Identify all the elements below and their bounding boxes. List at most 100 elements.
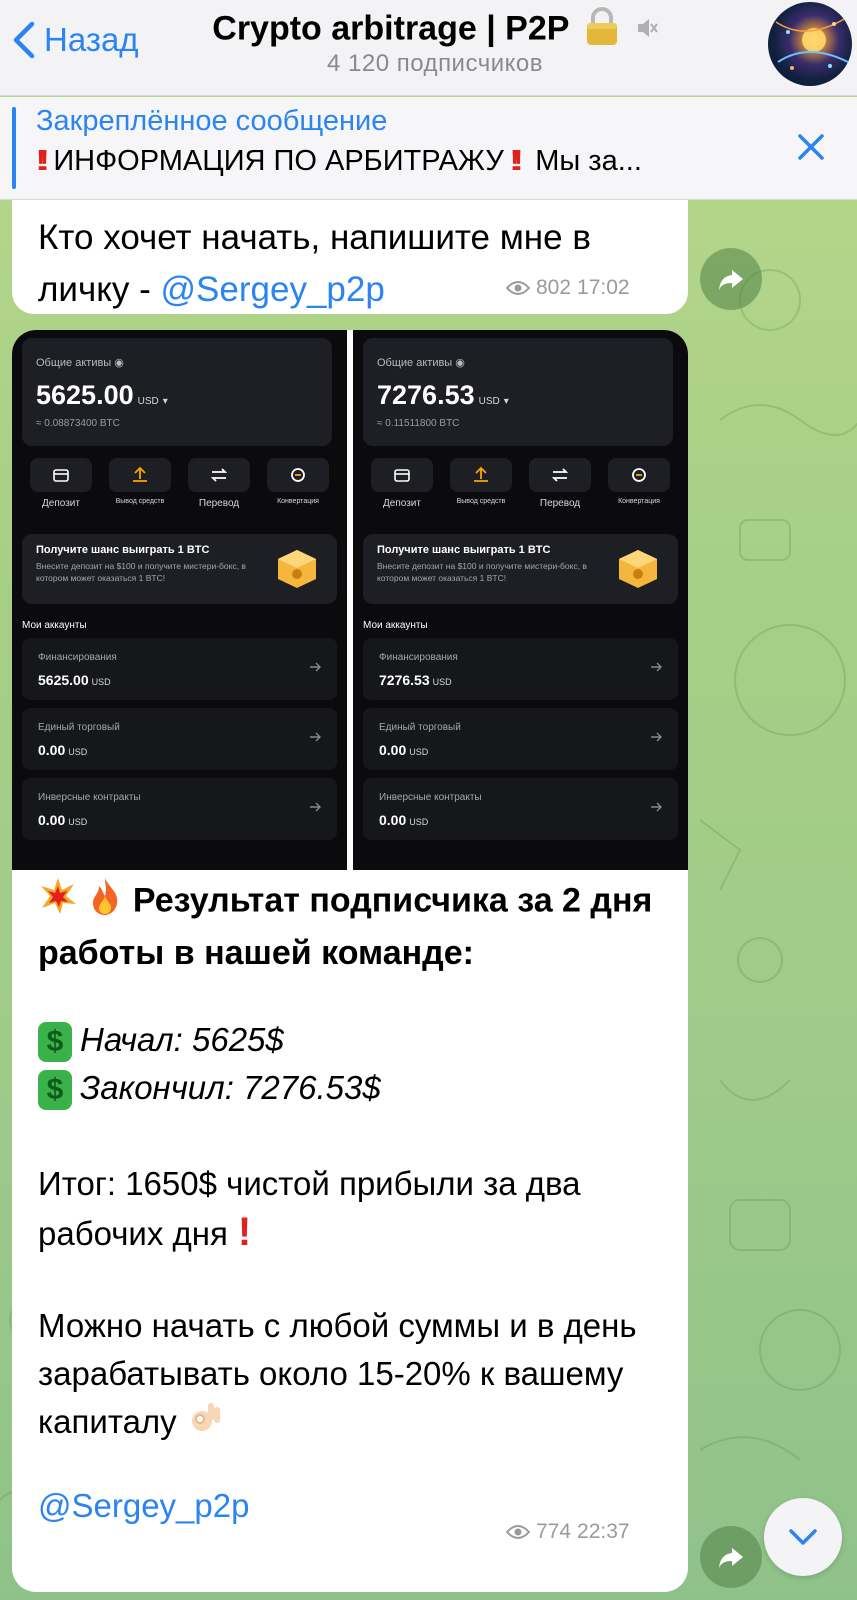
dropdown-caret-icon: ▾ bbox=[162, 396, 168, 407]
account-row: Финансирования 5625.00 USD bbox=[22, 638, 337, 700]
assets-btc: ≈ 0.11511800 BTC bbox=[377, 418, 460, 429]
dropdown-caret-icon: ▾ bbox=[503, 396, 509, 407]
arrow-right-icon bbox=[310, 732, 321, 742]
eye-icon bbox=[506, 281, 530, 295]
arrow-right-icon bbox=[310, 802, 321, 812]
view-count: 774 bbox=[536, 1520, 572, 1543]
convert-action: Конвертация bbox=[259, 458, 337, 509]
deposit-action: Депозит bbox=[22, 458, 100, 509]
pinned-text-tail: Мы за... bbox=[535, 145, 642, 177]
assets-value: 5625.00 USD ▾ bbox=[36, 380, 168, 410]
avatar-art-icon bbox=[775, 17, 849, 70]
pitch-line: Можно начать с любой суммы и в день зара… bbox=[38, 1302, 668, 1450]
share-arrow-icon bbox=[719, 1548, 743, 1568]
withdraw-action: Вывод средств bbox=[101, 458, 179, 509]
transfer-action: Перевод bbox=[521, 458, 599, 509]
assets-currency: USD bbox=[137, 396, 159, 407]
chat-header: Назад Crypto arbitrage | P2P 4 120 подпи… bbox=[0, 0, 857, 96]
convert-action: Конвертация bbox=[600, 458, 678, 509]
message-bubble[interactable]: Общие активы ◉ 5625.00 USD ▾ ≈ 0.08873400 … bbox=[12, 330, 688, 1592]
accounts-header: Мои аккаунты bbox=[363, 620, 428, 631]
back-button[interactable]: Назад bbox=[10, 20, 139, 60]
action-label: Конвертация bbox=[618, 498, 660, 505]
action-label: Перевод bbox=[198, 498, 240, 509]
message-time: 22:37 bbox=[577, 1520, 630, 1543]
pinned-message-bar[interactable]: Закреплённое сообщение !! ИНФОРМАЦИЯ ПО А… bbox=[0, 97, 857, 200]
share-arrow-icon bbox=[719, 270, 743, 290]
promo-title: Получите шанс выиграть 1 BTC bbox=[377, 544, 551, 556]
chevron-down-icon bbox=[789, 1529, 817, 1545]
mystery-box-icon bbox=[619, 550, 657, 588]
chevron-left-icon bbox=[13, 21, 35, 59]
dollar-icon: $ bbox=[38, 1022, 72, 1063]
withdraw-action: Вывод средств bbox=[442, 458, 520, 509]
action-label: Депозит bbox=[383, 498, 421, 509]
pinned-text: !! ИНФОРМАЦИЯ ПО АРБИТРАЖУ!! Мы за... bbox=[36, 145, 642, 178]
channel-title[interactable]: Crypto arbitrage | P2P bbox=[190, 6, 680, 55]
headline: Результат подписчика за 2 дня работы в н… bbox=[38, 876, 668, 977]
fire-icon bbox=[87, 876, 123, 929]
start-line: $ Начал: 5625$ bbox=[38, 1016, 284, 1064]
exclamation-icon: ! bbox=[237, 1210, 252, 1254]
action-label: Конвертация bbox=[277, 498, 319, 505]
promo-description: Внесите депозит на $100 и получите мисте… bbox=[377, 561, 587, 583]
username-link[interactable]: @Sergey_p2p bbox=[161, 270, 385, 309]
action-label: Перевод bbox=[539, 498, 581, 509]
assets-btc: ≈ 0.08873400 BTC bbox=[36, 418, 120, 429]
screenshot-photo[interactable]: Общие активы ◉ 5625.00 USD ▾ ≈ 0.08873400 … bbox=[12, 330, 347, 870]
channel-avatar[interactable] bbox=[768, 2, 852, 86]
message-meta: 774 22:37 bbox=[506, 1520, 630, 1544]
account-row: Инверсные контракты 0.00 USD bbox=[22, 778, 337, 840]
action-label: Вывод средств bbox=[456, 498, 506, 505]
eye-icon: ◉ bbox=[455, 357, 465, 369]
upload-icon bbox=[133, 466, 147, 482]
deposit-action: Депозит bbox=[363, 458, 441, 509]
subscriber-count: 4 120 подписчиков bbox=[327, 50, 543, 77]
screenshot-photo[interactable]: Общие активы ◉ 7276.53 USD ▾ ≈ 0.11511800 … bbox=[353, 330, 688, 870]
convert-icon bbox=[632, 468, 646, 482]
account-row: Инверсные контракты 0.00 USD bbox=[363, 778, 678, 840]
ok-hand-icon bbox=[186, 1399, 224, 1450]
message-text: Кто хочет начать, напишите мне в личку -… bbox=[38, 212, 668, 316]
transfer-icon bbox=[210, 468, 228, 482]
promo-banner: Получите шанс выиграть 1 BTC Внесите деп… bbox=[22, 534, 337, 604]
scroll-down-button[interactable] bbox=[764, 1498, 842, 1576]
pinned-indicator bbox=[12, 107, 16, 189]
result-line: Итог: 1650$ чистой прибыли за два рабочи… bbox=[38, 1165, 581, 1254]
dollar-icon: $ bbox=[38, 1070, 72, 1111]
account-row: Единый торговый 0.00 USD bbox=[363, 708, 678, 770]
arrow-right-icon bbox=[651, 802, 662, 812]
assets-card: Общие активы ◉ 7276.53 USD ▾ ≈ 0.11511800 … bbox=[363, 338, 673, 446]
assets-label: Общие активы ◉ bbox=[377, 357, 465, 369]
promo-banner: Получите шанс выиграть 1 BTC Внесите деп… bbox=[363, 534, 678, 604]
lock-icon bbox=[584, 6, 620, 55]
account-row: Финансирования 7276.53 USD bbox=[363, 638, 678, 700]
message-time: 17:02 bbox=[577, 276, 630, 299]
action-row: Депозит Вывод средств Перевод Конвертаци… bbox=[363, 458, 678, 509]
double-exclamation-icon: !! bbox=[509, 145, 524, 177]
account-row: Единый торговый 0.00 USD bbox=[22, 708, 337, 770]
transfer-icon bbox=[551, 468, 569, 482]
close-pinned-button[interactable] bbox=[794, 130, 828, 164]
collision-icon bbox=[38, 876, 78, 929]
double-exclamation-icon: !! bbox=[36, 145, 50, 177]
eye-icon: ◉ bbox=[114, 357, 124, 369]
username-link[interactable]: @Sergey_p2p bbox=[38, 1482, 249, 1530]
end-line: $ Закончил: 7276.53$ bbox=[38, 1064, 381, 1112]
message-bubble[interactable]: Кто хочет начать, напишите мне в личку -… bbox=[12, 200, 688, 314]
pinned-title: Закреплённое сообщение bbox=[36, 105, 388, 137]
share-button[interactable] bbox=[700, 1526, 762, 1588]
accounts-header: Мои аккаунты bbox=[22, 620, 87, 631]
pinned-text-main: ИНФОРМАЦИЯ ПО АРБИТРАЖУ bbox=[53, 145, 504, 177]
transfer-action: Перевод bbox=[180, 458, 258, 509]
share-button[interactable] bbox=[700, 248, 762, 310]
photo-album[interactable]: Общие активы ◉ 5625.00 USD ▾ ≈ 0.08873400 … bbox=[12, 330, 688, 870]
arrow-right-icon bbox=[651, 662, 662, 672]
convert-icon bbox=[291, 468, 305, 482]
view-count: 802 bbox=[536, 276, 572, 299]
assets-currency: USD bbox=[478, 396, 500, 407]
action-label: Депозит bbox=[42, 498, 80, 509]
arrow-right-icon bbox=[310, 662, 321, 672]
message-meta: 802 17:02 bbox=[506, 276, 630, 300]
assets-card: Общие активы ◉ 5625.00 USD ▾ ≈ 0.08873400 … bbox=[22, 338, 332, 446]
